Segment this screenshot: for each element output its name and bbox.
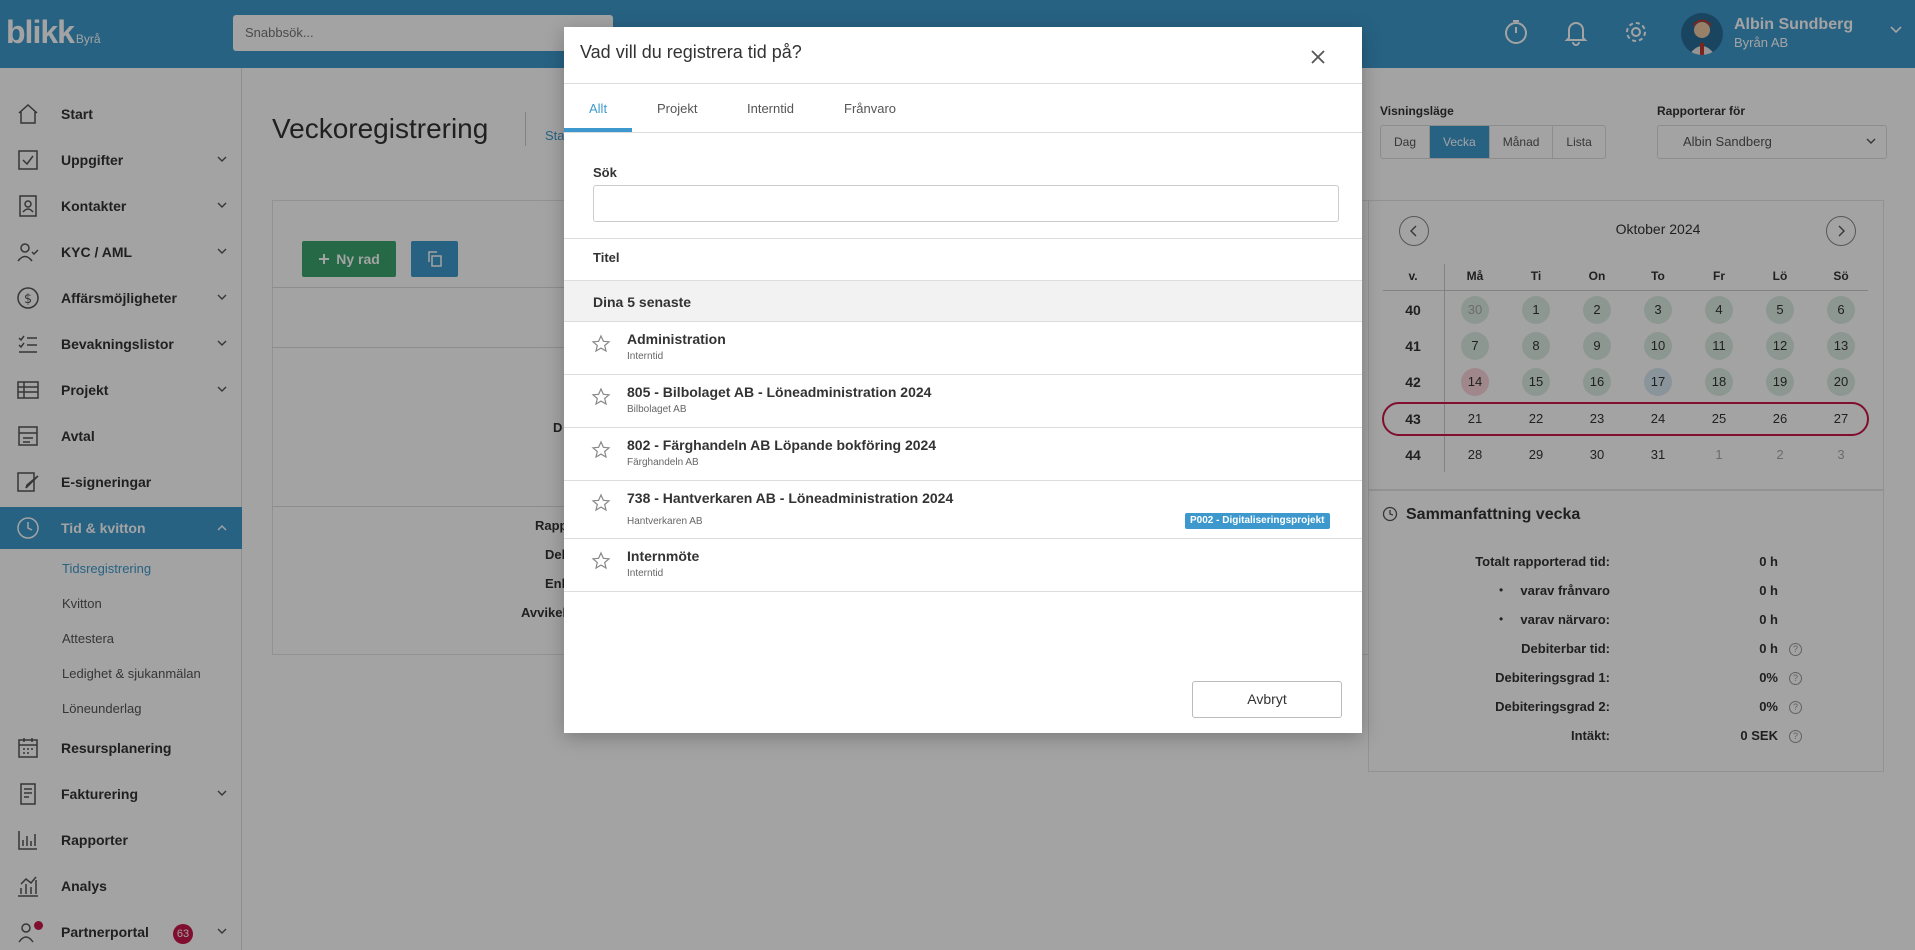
column-header-title[interactable]: Titel bbox=[593, 250, 620, 265]
tab-projekt[interactable]: Projekt bbox=[657, 101, 697, 116]
item-subtitle: Interntid bbox=[627, 351, 664, 362]
tabs-divider bbox=[564, 132, 1362, 133]
item-title: 802 - Färghandeln AB Löpande bokföring 2… bbox=[627, 437, 937, 453]
item-subtitle: Färghandeln AB bbox=[627, 457, 699, 468]
item-title: Internmöte bbox=[627, 548, 700, 564]
tab-allt[interactable]: Allt bbox=[589, 101, 607, 116]
list-item[interactable]: Internmöte Interntid bbox=[564, 539, 1362, 592]
register-time-dialog: Vad vill du registrera tid på? Allt Proj… bbox=[564, 27, 1362, 733]
item-title: 805 - Bilbolaget AB - Löneadministration… bbox=[627, 384, 932, 400]
star-icon[interactable] bbox=[591, 334, 611, 354]
list-item[interactable]: 738 - Hantverkaren AB - Löneadministrati… bbox=[564, 481, 1362, 539]
star-icon[interactable] bbox=[591, 387, 611, 407]
project-tag: P002 - Digitaliseringsprojekt bbox=[1185, 513, 1330, 529]
search-input[interactable] bbox=[593, 185, 1339, 222]
item-subtitle: Bilbolaget AB bbox=[627, 404, 687, 415]
cancel-button[interactable]: Avbryt bbox=[1192, 681, 1342, 718]
tab-interntid[interactable]: Interntid bbox=[747, 101, 794, 116]
tab-franvaro[interactable]: Frånvaro bbox=[844, 101, 896, 116]
recent-group-header: Dina 5 senaste bbox=[564, 280, 1362, 322]
item-subtitle: Interntid bbox=[627, 568, 664, 579]
list-item[interactable]: 802 - Färghandeln AB Löpande bokföring 2… bbox=[564, 428, 1362, 481]
list-item[interactable]: 805 - Bilbolaget AB - Löneadministration… bbox=[564, 375, 1362, 428]
item-subtitle: Hantverkaren AB bbox=[627, 516, 703, 527]
search-divider bbox=[564, 238, 1362, 239]
list-item[interactable]: Administration Interntid bbox=[564, 322, 1362, 375]
star-icon[interactable] bbox=[591, 440, 611, 460]
dialog-title: Vad vill du registrera tid på? bbox=[580, 42, 802, 62]
item-title: 738 - Hantverkaren AB - Löneadministrati… bbox=[627, 490, 954, 506]
star-icon[interactable] bbox=[591, 493, 611, 513]
close-icon[interactable] bbox=[1307, 46, 1329, 68]
search-label: Sök bbox=[593, 165, 617, 180]
dialog-divider bbox=[564, 83, 1362, 84]
group-label: Dina 5 senaste bbox=[593, 294, 692, 310]
item-title: Administration bbox=[627, 331, 726, 347]
star-icon[interactable] bbox=[591, 551, 611, 571]
